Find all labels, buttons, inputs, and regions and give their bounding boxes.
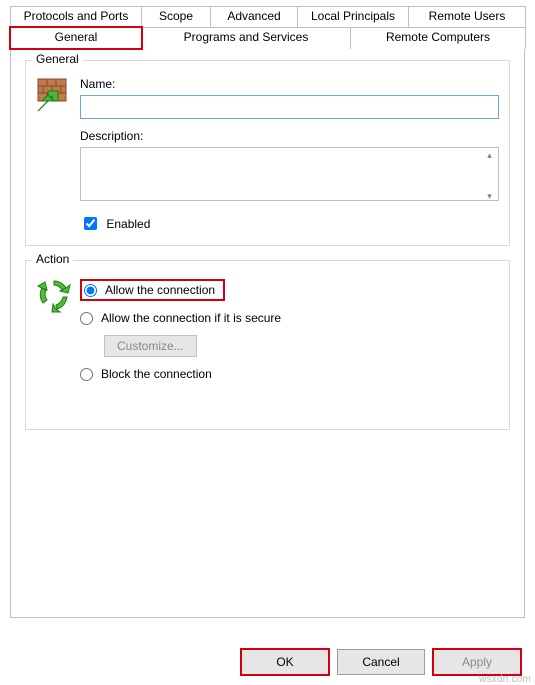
tab-row-1: Protocols and Ports Scope Advanced Local… <box>10 6 525 28</box>
customize-button: Customize... <box>104 335 197 357</box>
tab-row-2: General Programs and Services Remote Com… <box>10 27 525 49</box>
dialog-footer: OK Cancel Apply <box>241 649 521 675</box>
radio-block-label: Block the connection <box>101 367 212 381</box>
cancel-button[interactable]: Cancel <box>337 649 425 675</box>
group-action: Action Allow the connection <box>25 260 510 430</box>
group-general-legend: General <box>32 52 83 66</box>
firewall-icon <box>36 75 80 233</box>
radio-allow-secure[interactable] <box>80 312 93 325</box>
tab-remote-users[interactable]: Remote Users <box>408 6 526 28</box>
radio-allow-secure-label: Allow the connection if it is secure <box>101 311 281 325</box>
radio-block-wrap: Block the connection <box>80 367 499 381</box>
name-input[interactable] <box>80 95 499 119</box>
tab-programs-and-services[interactable]: Programs and Services <box>141 27 351 49</box>
tab-general[interactable]: General <box>10 27 142 49</box>
tab-scope[interactable]: Scope <box>141 6 211 28</box>
watermark: wsxdn.com <box>479 674 531 685</box>
name-label: Name: <box>80 77 499 91</box>
tab-advanced[interactable]: Advanced <box>210 6 298 28</box>
enabled-checkbox[interactable] <box>84 217 97 230</box>
group-general: General <box>25 60 510 246</box>
description-label: Description: <box>80 129 499 143</box>
recycle-arrows-icon <box>36 275 80 387</box>
enabled-checkbox-label[interactable]: Enabled <box>80 217 150 231</box>
tab-protocols-and-ports[interactable]: Protocols and Ports <box>10 6 142 28</box>
radio-allow[interactable] <box>84 284 97 297</box>
group-action-legend: Action <box>32 252 73 266</box>
radio-allow-wrap: Allow the connection <box>80 279 225 301</box>
radio-block[interactable] <box>80 368 93 381</box>
radio-allow-label: Allow the connection <box>105 283 215 297</box>
properties-dialog: Protocols and Ports Scope Advanced Local… <box>0 0 535 685</box>
tab-remote-computers[interactable]: Remote Computers <box>350 27 526 49</box>
ok-button[interactable]: OK <box>241 649 329 675</box>
tab-local-principals[interactable]: Local Principals <box>297 6 409 28</box>
apply-button[interactable]: Apply <box>433 649 521 675</box>
description-textarea[interactable] <box>80 147 499 201</box>
tab-page-general: General <box>10 48 525 618</box>
radio-allow-secure-wrap: Allow the connection if it is secure <box>80 311 499 325</box>
